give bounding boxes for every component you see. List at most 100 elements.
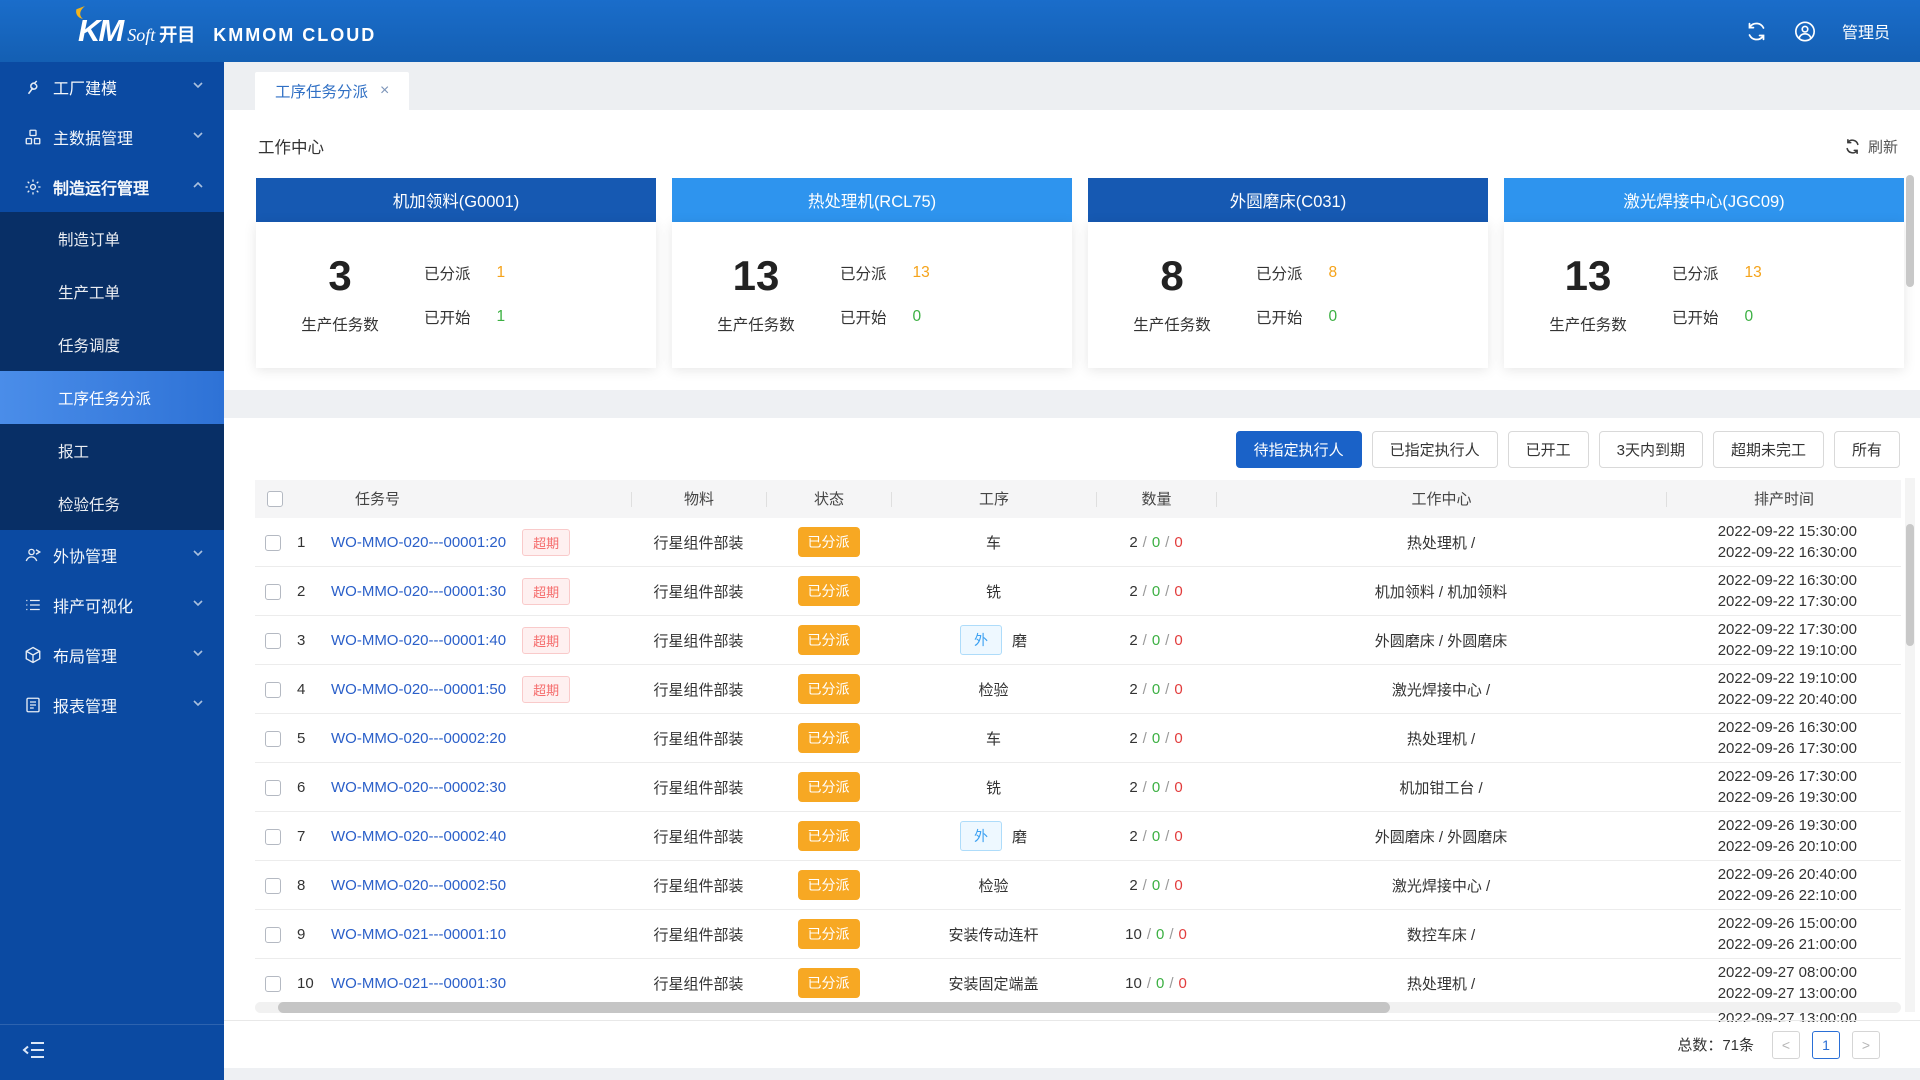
task-count-label: 生产任务数 <box>1133 317 1211 334</box>
tab-close-icon[interactable]: × <box>380 83 389 99</box>
table-row: 8 WO-MMO-020---00002:50 超期 行星组件部装 已分派 外 … <box>255 861 1901 910</box>
work-center-card[interactable]: 外圆磨床(C031) 8 生产任务数 已分派 8 已开始 0 <box>1088 178 1488 368</box>
work-center-cards: 机加领料(G0001) 3 生产任务数 已分派 1 已开始 1 热处理机(RCL… <box>256 178 1904 368</box>
row-checkbox[interactable] <box>265 583 281 600</box>
task-number-link[interactable]: WO-MMO-020---00001:20 <box>331 534 506 551</box>
started-label: 已开始 <box>1672 310 1719 327</box>
task-number-link[interactable]: WO-MMO-020---00002:30 <box>331 779 506 796</box>
sidebar-item-layout-management[interactable]: 布局管理 <box>0 630 224 680</box>
filter-button[interactable]: 所有 <box>1833 431 1900 468</box>
task-table-panel: 待指定执行人 已指定执行人 已开工 3天内到期 超期未完工 所有 任务号 物料 … <box>224 418 1920 1068</box>
column-header-status: 状态 <box>766 491 891 507</box>
sidebar-item-process-task-dispatch[interactable]: 工序任务分派 <box>0 371 224 424</box>
material-cell: 行星组件部装 <box>653 583 744 601</box>
quantity-cell: 2/0/0 <box>1129 680 1183 698</box>
table-row: 7 WO-MMO-020---00002:40 超期 行星组件部装 已分派 外 … <box>255 812 1901 861</box>
sidebar-item-master-data[interactable]: 主数据管理 <box>0 112 224 162</box>
material-cell: 行星组件部装 <box>653 779 744 797</box>
schedule-start-time: 2022-09-22 15:30:00 <box>1717 523 1857 540</box>
sidebar-item-inspection-tasks[interactable]: 检验任务 <box>0 477 224 530</box>
schedule-time-cell: 2022-09-26 17:30:00 2022-09-26 19:30:00 <box>1666 766 1901 808</box>
sidebar-item-report-management[interactable]: 报表管理 <box>0 680 224 730</box>
task-number-link[interactable]: WO-MMO-020---00001:50 <box>331 681 506 698</box>
schedule-end-time: 2022-09-22 17:30:00 <box>1717 593 1857 610</box>
task-number-link[interactable]: WO-MMO-020---00001:30 <box>331 583 506 600</box>
work-center-card[interactable]: 热处理机(RCL75) 13 生产任务数 已分派 13 已开始 0 <box>672 178 1072 368</box>
sidebar-item-outsourcing[interactable]: 外协管理 <box>0 530 224 580</box>
row-checkbox[interactable] <box>265 926 281 943</box>
row-index: 5 <box>297 729 306 747</box>
status-badge: 已分派 <box>797 870 860 900</box>
schedule-end-time: 2022-09-26 20:10:00 <box>1717 838 1857 855</box>
work-center-cell: 热处理机 / <box>1406 975 1476 993</box>
material-cell: 行星组件部装 <box>653 730 744 748</box>
filter-button[interactable]: 已开工 <box>1507 431 1589 468</box>
process-name: 铣 <box>985 779 1001 797</box>
quantity-cell: 10/0/0 <box>1125 925 1187 943</box>
prev-page-button[interactable]: < <box>1772 1030 1800 1059</box>
collapse-sidebar-icon[interactable] <box>22 1040 46 1065</box>
schedule-time-cell: 2022-09-26 16:30:00 2022-09-26 17:30:00 <box>1666 717 1901 759</box>
process-name: 检验 <box>978 681 1009 699</box>
row-index: 6 <box>297 778 306 796</box>
row-checkbox[interactable] <box>265 779 281 796</box>
task-count-label: 生产任务数 <box>301 317 379 334</box>
work-center-card[interactable]: 激光焊接中心(JGC09) 13 生产任务数 已分派 13 已开始 0 <box>1504 178 1904 368</box>
process-name: 安装固定端盖 <box>948 975 1039 993</box>
row-checkbox[interactable] <box>265 877 281 894</box>
filter-button[interactable]: 3天内到期 <box>1598 431 1703 468</box>
quantity-cell: 2/0/0 <box>1129 778 1183 796</box>
work-center-title: 工作中心 <box>258 139 324 157</box>
sidebar-item-factory-modeling[interactable]: 工厂建模 <box>0 62 224 112</box>
sidebar-item-manufacturing-orders[interactable]: 制造订单 <box>0 212 224 265</box>
select-all-checkbox[interactable] <box>267 491 283 508</box>
row-checkbox[interactable] <box>265 681 281 698</box>
current-user-name[interactable]: 管理员 <box>1842 19 1890 43</box>
horizontal-scrollbar-thumb[interactable] <box>278 1002 1390 1013</box>
sidebar-item-manufacturing-ops[interactable]: 制造运行管理 <box>0 162 224 212</box>
row-checkbox[interactable] <box>265 828 281 845</box>
row-checkbox[interactable] <box>265 975 281 992</box>
schedule-end-time: 2022-09-22 19:10:00 <box>1717 642 1857 659</box>
task-number-link[interactable]: WO-MMO-020---00002:20 <box>331 730 506 747</box>
user-avatar-icon[interactable] <box>1794 20 1816 42</box>
current-page-button[interactable]: 1 <box>1812 1030 1840 1059</box>
cards-vertical-scrollbar-thumb[interactable] <box>1906 175 1914 287</box>
sidebar-item-label: 报表管理 <box>53 699 118 716</box>
work-center-card[interactable]: 机加领料(G0001) 3 生产任务数 已分派 1 已开始 1 <box>256 178 656 368</box>
schedule-time-cell: 2022-09-22 19:10:00 2022-09-22 20:40:00 <box>1666 668 1901 710</box>
quantity-cell: 2/0/0 <box>1129 631 1183 649</box>
row-index: 3 <box>297 631 306 649</box>
table-vertical-scrollbar-thumb[interactable] <box>1906 524 1914 646</box>
refresh-page-icon[interactable] <box>1746 20 1768 42</box>
tab-process-task-dispatch[interactable]: 工序任务分派 × <box>255 72 410 110</box>
sidebar-item-label: 制造运行管理 <box>53 181 150 198</box>
task-number-link[interactable]: WO-MMO-020---00002:50 <box>331 877 506 894</box>
column-header-schedule-time: 排产时间 <box>1666 491 1901 507</box>
tab-label: 工序任务分派 <box>275 84 369 101</box>
sidebar-item-production-orders[interactable]: 生产工单 <box>0 265 224 318</box>
task-number-link[interactable]: WO-MMO-020---00001:40 <box>331 632 506 649</box>
status-badge: 已分派 <box>797 625 860 655</box>
brand-name: KMMOM CLOUD <box>213 25 377 45</box>
filter-button[interactable]: 已指定执行人 <box>1371 431 1498 468</box>
status-badge: 已分派 <box>797 919 860 949</box>
schedule-start-time: 2022-09-26 19:30:00 <box>1717 817 1857 834</box>
sidebar-item-task-scheduling[interactable]: 任务调度 <box>0 318 224 371</box>
sidebar-item-schedule-visualization[interactable]: 排产可视化 <box>0 580 224 630</box>
task-count-value: 13 <box>1564 252 1612 299</box>
task-number-link[interactable]: WO-MMO-021---00001:30 <box>331 975 506 992</box>
sidebar-item-work-report[interactable]: 报工 <box>0 424 224 477</box>
row-checkbox[interactable] <box>265 632 281 649</box>
schedule-end-time: 2022-09-26 17:30:00 <box>1717 740 1857 757</box>
next-page-button[interactable]: > <box>1852 1030 1880 1059</box>
filter-button[interactable]: 超期未完工 <box>1712 431 1824 468</box>
filter-button[interactable]: 待指定执行人 <box>1235 431 1362 468</box>
task-count-label: 生产任务数 <box>1549 317 1627 334</box>
task-number-link[interactable]: WO-MMO-020---00002:40 <box>331 828 506 845</box>
row-checkbox[interactable] <box>265 534 281 551</box>
started-label: 已开始 <box>1256 310 1303 327</box>
row-checkbox[interactable] <box>265 730 281 747</box>
refresh-button[interactable]: 刷新 <box>1844 136 1898 157</box>
task-number-link[interactable]: WO-MMO-021---00001:10 <box>331 926 506 943</box>
